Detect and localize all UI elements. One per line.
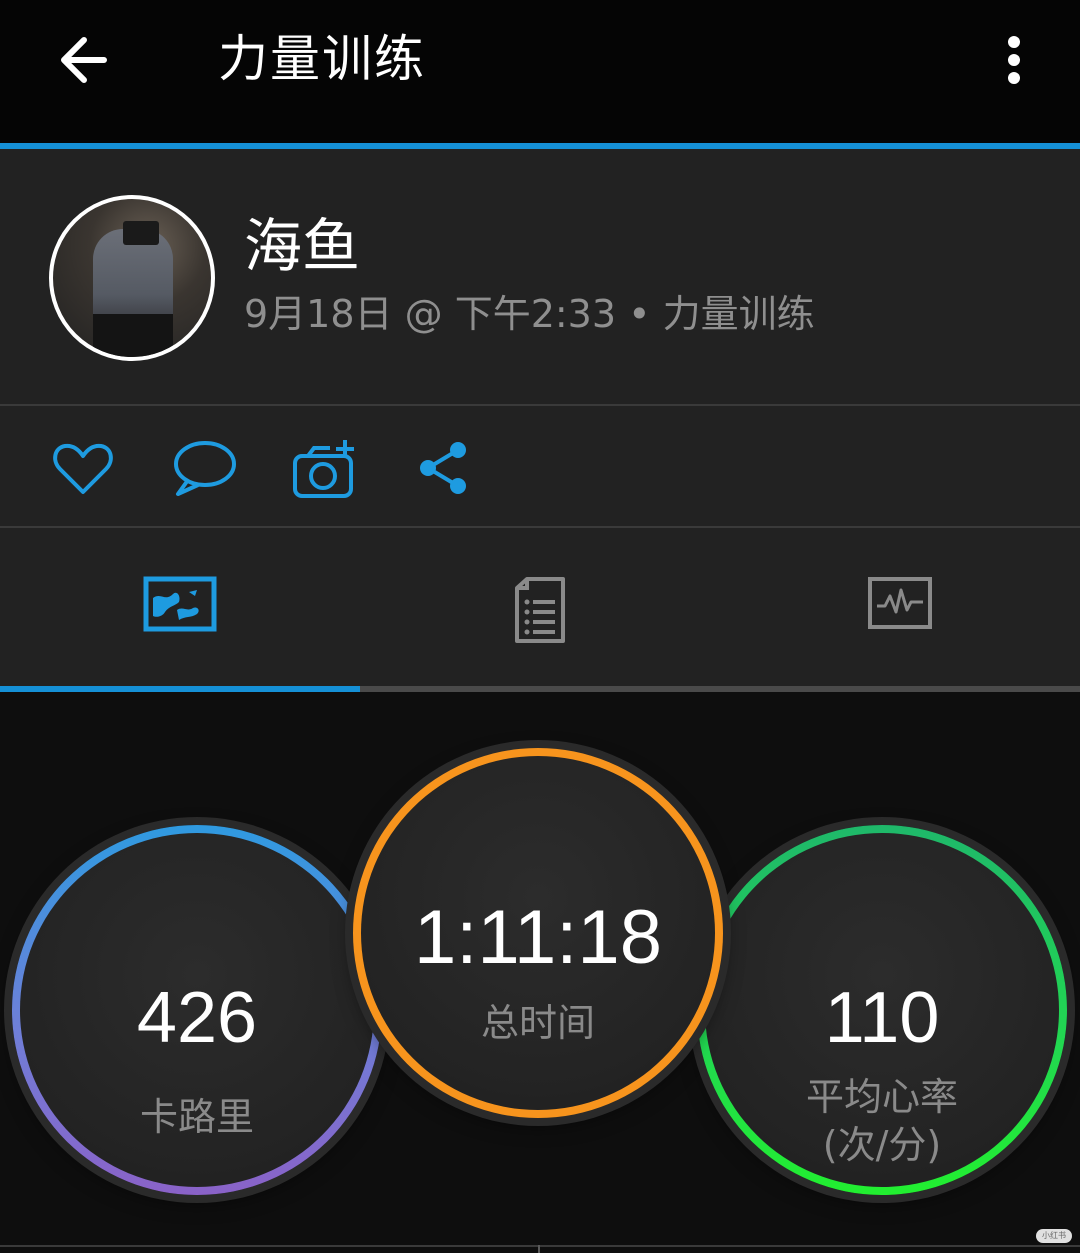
map-icon	[143, 576, 217, 632]
heart-rate-unit: (次/分)	[822, 1123, 942, 1167]
chart-icon	[868, 577, 932, 629]
comment-icon	[174, 441, 236, 496]
calories-value: 426	[136, 978, 258, 1058]
watermark: 小红书	[1036, 1229, 1072, 1243]
divider-tick	[538, 1245, 540, 1253]
tab-overview[interactable]	[0, 528, 360, 686]
more-options-button[interactable]	[994, 30, 1034, 90]
total-time-value: 1:11:18	[414, 895, 662, 980]
heart-icon	[53, 443, 113, 494]
comment-button[interactable]	[170, 436, 240, 506]
like-button[interactable]	[50, 436, 120, 506]
page-title: 力量训练	[218, 30, 426, 88]
more-vertical-icon	[1008, 36, 1020, 84]
user-name[interactable]: 海鱼	[244, 211, 360, 281]
back-button[interactable]	[54, 30, 114, 90]
activity-profile-section: 海鱼 9月18日 @ 下午2:33 • 力量训练	[0, 149, 1080, 404]
tab-charts[interactable]	[720, 528, 1080, 686]
back-arrow-icon	[61, 37, 107, 83]
heart-rate-ring: 110 平均心率 (次/分)	[697, 825, 1067, 1195]
details-icon	[515, 577, 565, 643]
stats-section: 426 卡路里 110 平均心率 (次/分) 1:11:18 总时间	[0, 692, 1080, 1253]
add-photo-icon	[293, 440, 354, 498]
divider	[0, 1245, 1080, 1247]
calories-ring: 426 卡路里	[12, 825, 382, 1195]
share-button[interactable]	[410, 436, 480, 506]
tab-bar	[0, 528, 1080, 686]
share-icon	[420, 442, 466, 494]
action-bar	[0, 406, 1080, 526]
add-photo-button[interactable]	[290, 436, 360, 506]
top-app-bar: 力量训练	[0, 0, 1080, 143]
total-time-ring: 1:11:18 总时间	[353, 748, 723, 1118]
heart-rate-label: 平均心率	[805, 1075, 958, 1119]
avatar[interactable]	[49, 195, 215, 361]
heart-rate-value: 110	[824, 978, 940, 1058]
tab-details[interactable]	[360, 528, 720, 686]
total-time-label: 总时间	[480, 1001, 595, 1045]
calories-label: 卡路里	[139, 1095, 254, 1139]
activity-subtitle: 9月18日 @ 下午2:33 • 力量训练	[244, 292, 815, 336]
